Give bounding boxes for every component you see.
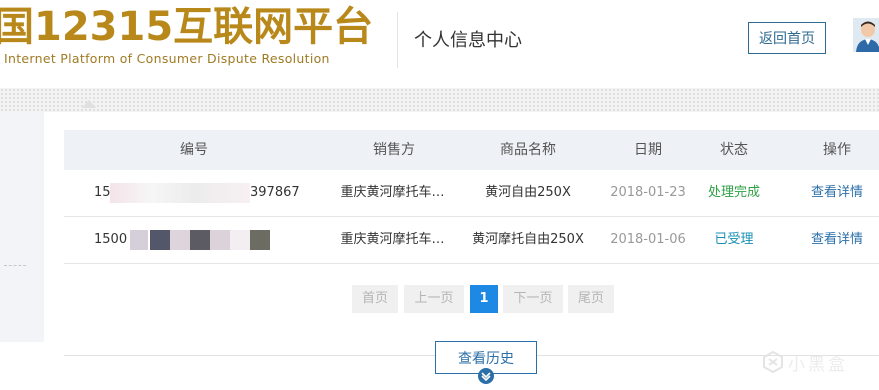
pagination: 首页 上一页 1 下一页 尾页 [0, 285, 879, 315]
logo-subtitle: Internet Platform of Consumer Dispute Re… [4, 51, 330, 66]
view-details-link[interactable]: 查看详情 [797, 217, 877, 263]
redacted-id-segment [130, 230, 148, 250]
table-row: 1500 重庆黄河摩托车… 黄河摩托自由250X 2018-01-06 已受理 … [64, 217, 879, 264]
status-badge: 已受理 [714, 232, 754, 247]
prev-page-button[interactable]: 上一页 [404, 285, 464, 313]
seller-name: 重庆黄河摩托车… [340, 185, 445, 200]
complaint-date: 2018-01-06 [610, 232, 686, 247]
column-header-seller: 销售方 [373, 142, 415, 158]
watermark-text: 小黑盒 [788, 355, 848, 375]
chevron-down-icon[interactable] [478, 368, 494, 384]
next-page-button[interactable]: 下一页 [503, 285, 563, 313]
complaint-date: 2018-01-23 [610, 185, 686, 200]
first-page-button[interactable]: 首页 [352, 285, 398, 313]
seller-name: 重庆黄河摩托车… [340, 232, 445, 247]
left-panel-divider [4, 265, 26, 266]
redacted-id-segment [250, 230, 270, 250]
redacted-id-segment [190, 230, 210, 250]
table-row: 15 397867 重庆黄河摩托车… 黄河自由250X 2018-01-23 处… [64, 170, 879, 217]
redacted-id-segment [170, 230, 190, 250]
watermark-logo-icon [763, 351, 783, 373]
last-page-button[interactable]: 尾页 [568, 285, 614, 313]
redacted-id-segment [230, 230, 250, 250]
avatar[interactable] [853, 18, 879, 52]
page-title: 个人信息中心 [414, 30, 522, 51]
column-header-date: 日期 [634, 142, 662, 158]
user-avatar-icon [853, 18, 879, 52]
complaint-id-end: 397867 [250, 185, 300, 200]
table-header: 编号 销售方 商品名称 日期 状态 操作 [64, 130, 879, 170]
column-header-action: 操作 [823, 142, 851, 158]
watermark: 小黑盒 [762, 349, 879, 377]
tab-indicator-icon [82, 100, 96, 108]
complaint-id-start: 1500 [94, 232, 128, 247]
redacted-id-segment [210, 230, 230, 250]
chevron-down-glyph [481, 372, 491, 382]
column-header-status: 状态 [720, 142, 748, 158]
site-header: 国12315互联网平台 Internet Platform of Consume… [0, 0, 879, 88]
column-header-product: 商品名称 [500, 142, 556, 158]
header-divider [397, 12, 398, 68]
logo-title: 国12315互联网平台 [0, 4, 374, 50]
redacted-id-segment [110, 183, 250, 203]
view-details-link[interactable]: 查看详情 [797, 170, 877, 216]
redacted-id-segment [150, 230, 170, 250]
product-name: 黄河摩托自由250X [472, 232, 584, 247]
product-name: 黄河自由250X [485, 185, 571, 200]
status-badge: 处理完成 [707, 185, 760, 200]
back-home-button[interactable]: 返回首页 [748, 22, 826, 54]
current-page-button[interactable]: 1 [470, 285, 498, 313]
decorative-band [0, 88, 879, 112]
column-header-id: 编号 [180, 142, 208, 158]
